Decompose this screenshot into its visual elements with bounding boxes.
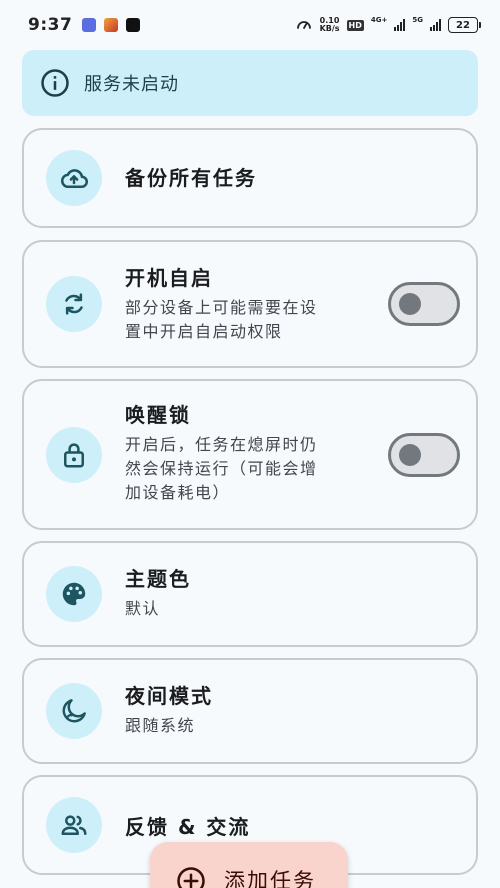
info-icon <box>41 69 69 97</box>
feedback-icon-circle <box>46 797 102 853</box>
moon-icon <box>62 699 86 723</box>
wakelock-title: 唤醒锁 <box>125 403 191 427</box>
wakelock-toggle-knob <box>399 444 421 466</box>
status-time: 9:37 <box>28 15 73 35</box>
feedback-title: 反馈 & 交流 <box>125 815 251 839</box>
battery-icon: 22 <box>448 17 481 33</box>
autostart-card[interactable]: 开机自启 部分设备上可能需要在设 置中开启自启动权限 <box>22 240 478 368</box>
notification-tiktok-icon <box>126 18 141 32</box>
backup-title: 备份所有任务 <box>125 166 257 190</box>
status-right: 0.10 KB/s HD 4G+ 5G 22 <box>295 16 481 34</box>
network-5g-label: 5G <box>412 16 423 24</box>
theme-color-card[interactable]: 主题色 默认 <box>22 541 478 647</box>
night-mode-card[interactable]: 夜间模式 跟随系统 <box>22 658 478 764</box>
people-icon <box>61 815 87 835</box>
night-icon-circle <box>46 683 102 739</box>
autostart-title: 开机自启 <box>125 266 213 290</box>
add-circle-icon <box>177 867 205 888</box>
night-mode-title: 夜间模式 <box>125 684 213 708</box>
network-4g-label: 4G+ <box>370 16 388 24</box>
battery-level: 22 <box>456 19 470 31</box>
refresh-icon <box>65 293 83 315</box>
wakelock-description: 开启后，任务在熄屏时仍 然会保持运行（可能会增 加设备耗电） <box>125 435 318 502</box>
signal-bars-2-icon <box>430 19 441 31</box>
lock-icon <box>64 443 84 468</box>
cloud-upload-icon <box>61 169 88 188</box>
backup-icon-circle <box>46 150 102 206</box>
autostart-toggle-knob <box>399 293 421 315</box>
backup-all-tasks-card[interactable]: 备份所有任务 <box>22 128 478 228</box>
night-mode-value: 跟随系统 <box>125 716 196 735</box>
theme-title: 主题色 <box>125 567 191 591</box>
service-status-text: 服务未启动 <box>84 74 179 95</box>
wakelock-toggle[interactable] <box>388 433 460 477</box>
add-task-label: 添加任务 <box>224 869 316 888</box>
wakelock-card[interactable]: 唤醒锁 开启后，任务在熄屏时仍 然会保持运行（可能会增 加设备耗电） <box>22 379 478 530</box>
autostart-icon-circle <box>46 276 102 332</box>
add-task-fab[interactable]: 添加任务 <box>150 842 348 888</box>
status-bar: 9:37 0.10 KB/s HD 4G+ 5G 22 <box>0 0 500 50</box>
autostart-toggle[interactable] <box>388 282 460 326</box>
theme-icon-circle <box>46 566 102 622</box>
signal-bars-icon <box>394 19 406 31</box>
service-status-banner: 服务未启动 <box>22 50 478 116</box>
network-speed: 0.10 KB/s <box>319 16 340 33</box>
notification-app-icon <box>82 18 97 32</box>
speedometer-icon <box>296 21 311 29</box>
notification-game-icon <box>104 18 119 32</box>
palette-icon <box>62 582 86 606</box>
wakelock-icon-circle <box>46 427 102 483</box>
hd-voice-icon: HD <box>346 19 364 31</box>
autostart-description: 部分设备上可能需要在设 置中开启自启动权限 <box>125 298 318 341</box>
theme-value: 默认 <box>125 599 161 618</box>
